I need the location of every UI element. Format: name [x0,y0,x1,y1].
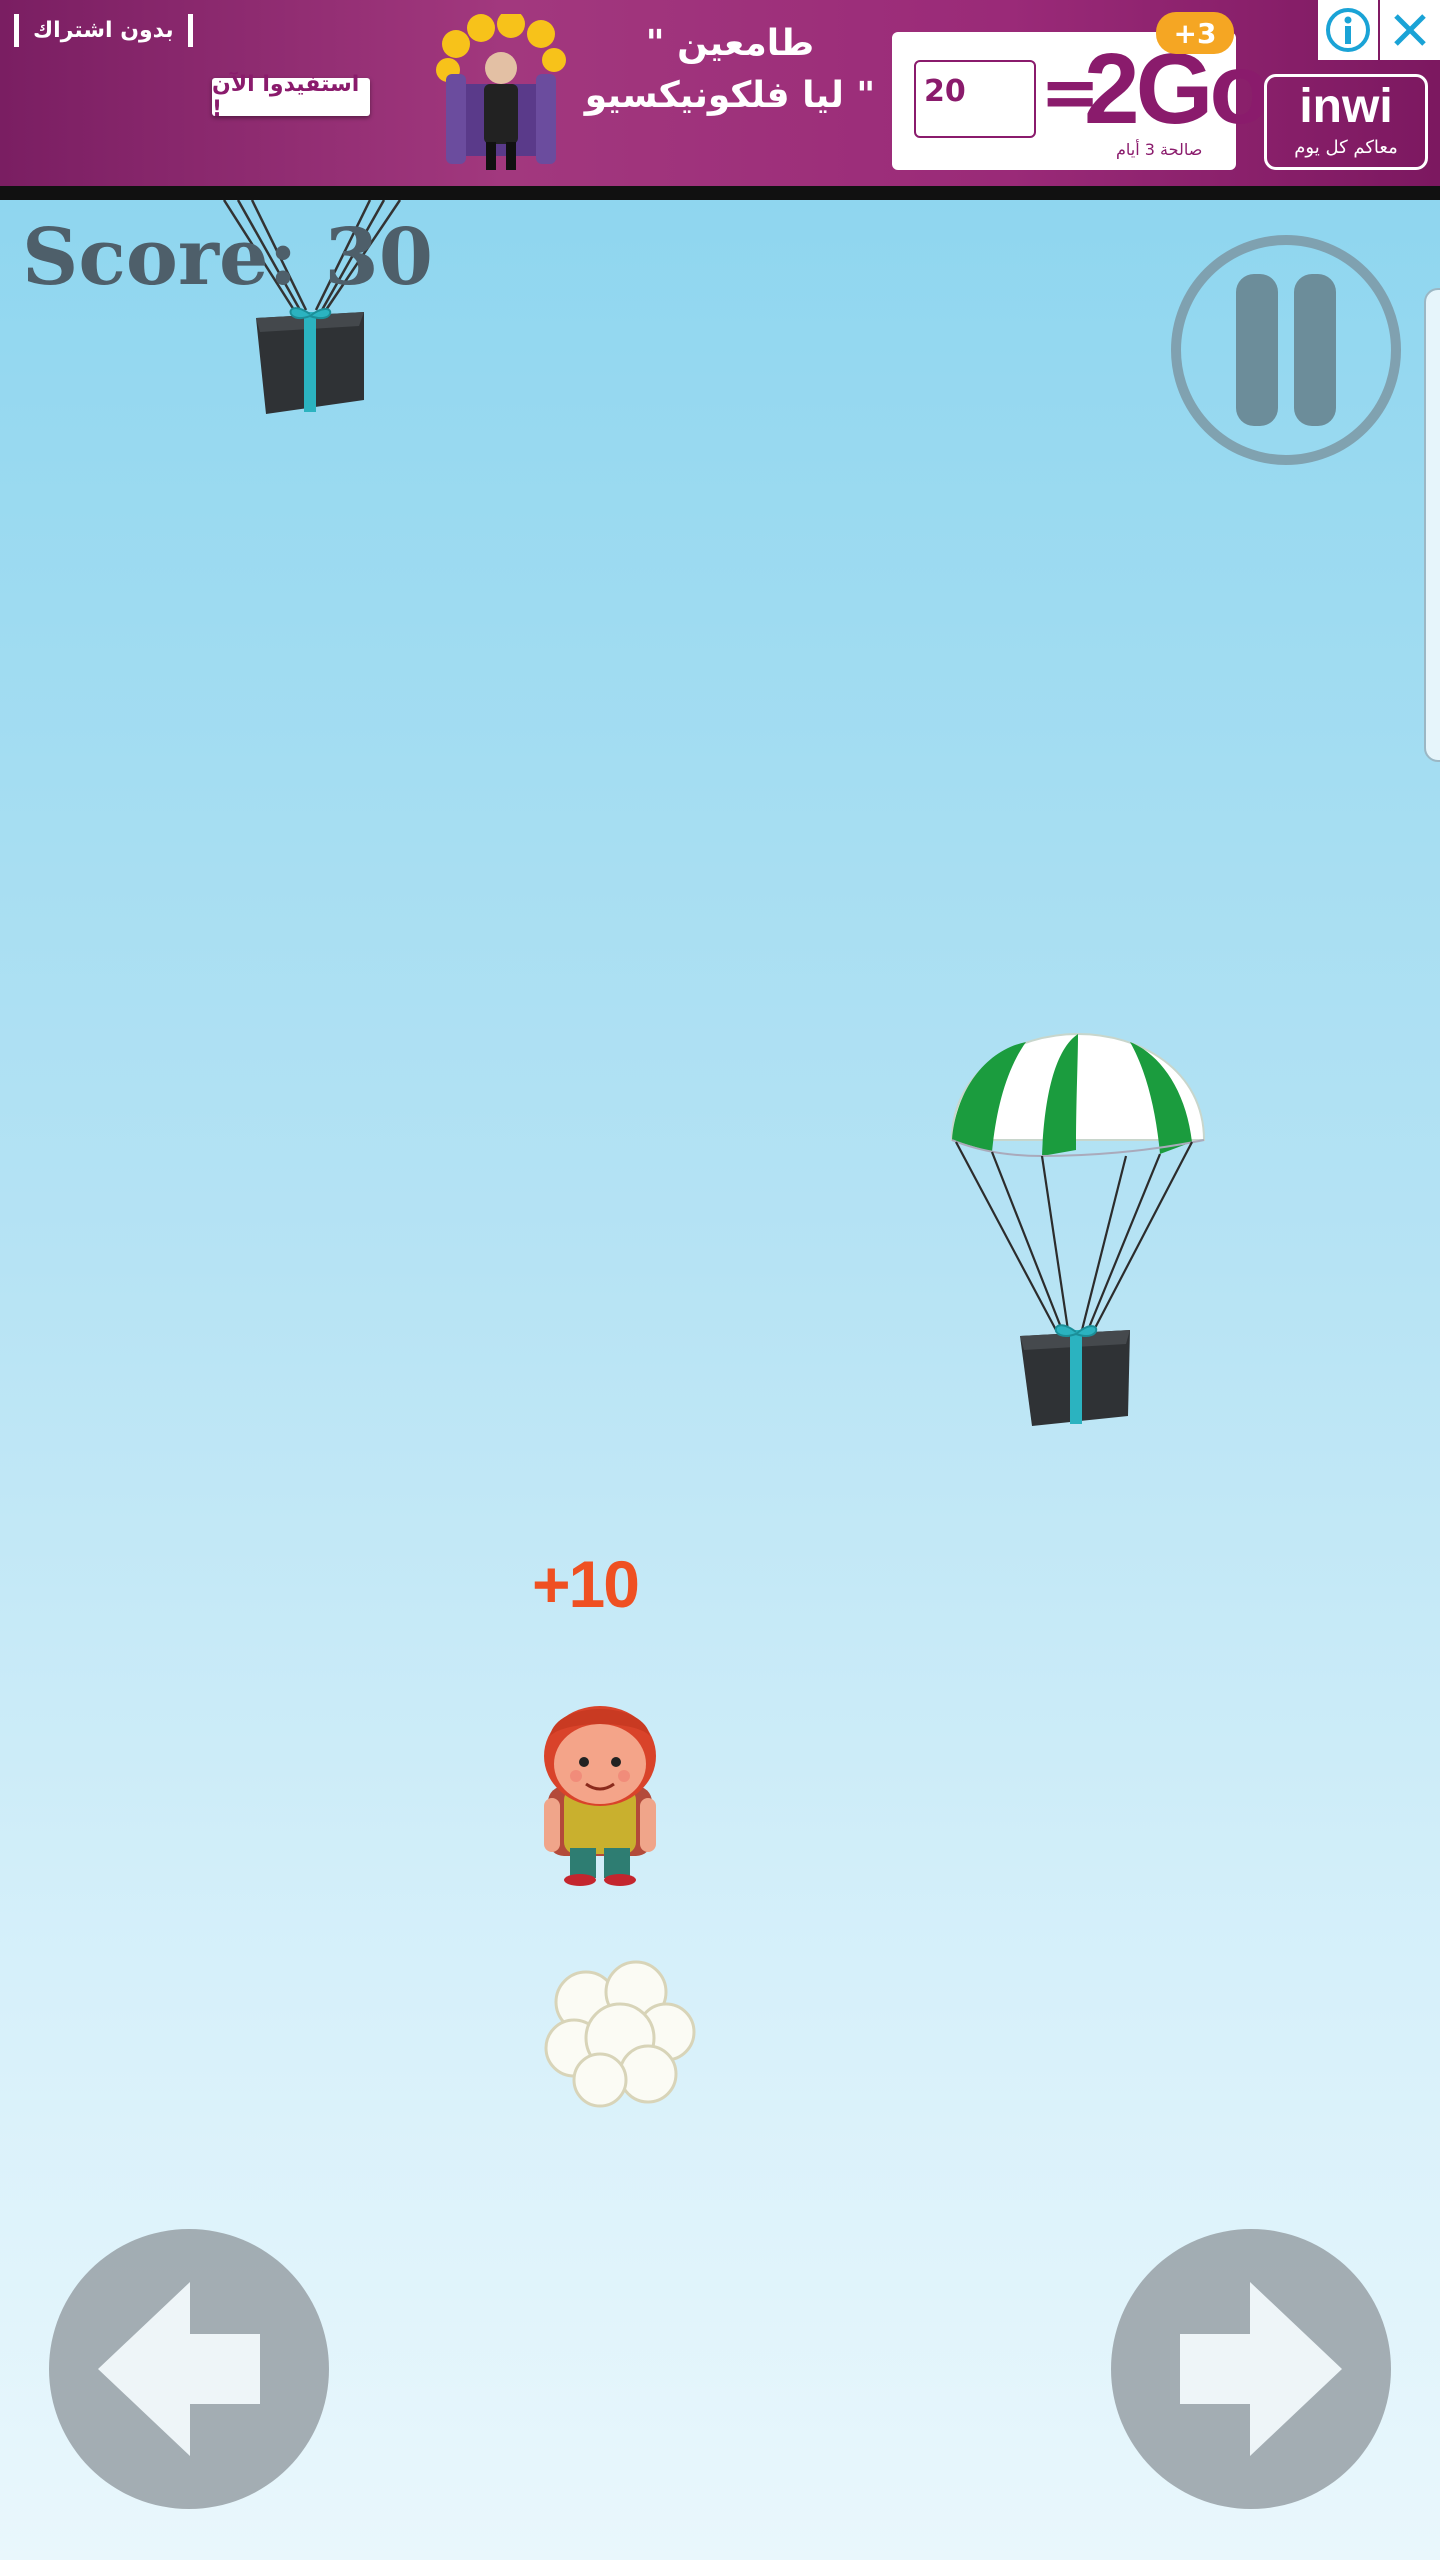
arrow-right-icon[interactable] [1108,2226,1394,2512]
info-icon[interactable] [1318,0,1378,60]
pause-icon[interactable] [1168,232,1404,468]
ad-divider [0,186,1440,200]
dust-cloud [544,1960,696,2108]
bonus-points-popup: +10 [532,1547,640,1621]
game-canvas[interactable] [0,200,1440,2560]
ad-headline-line2: ليا فلكونيكسيو " [584,75,876,116]
ad-brand-name: inwi [1299,80,1393,133]
ad-headline: " طامعين ليا فلكونيكسيو " [580,18,880,122]
arrow-left-icon[interactable] [46,2226,332,2512]
close-icon[interactable] [1380,0,1440,60]
edge-panel-handle[interactable] [1424,288,1440,762]
player-character [544,1706,656,1886]
ad-offer-subtext: صالحة 3 أيام [1116,140,1203,159]
ad-banner[interactable]: بدون اشتراك استفيدوا الآن ! " طامعين ليا… [0,0,1440,186]
ad-brand-slogan: معاكم كل يوم [1294,137,1398,158]
ad-sim-card: 20 [914,60,1036,138]
ad-cta-button[interactable]: استفيدوا الآن ! [212,72,370,122]
ad-brand-logo: inwi معاكم كل يوم [1264,74,1428,170]
ad-king-illustration [436,14,566,170]
score-label: Score: 30 [22,212,434,303]
parachute-gift [950,1032,1206,1426]
ad-top-label: بدون اشتراك [14,14,193,47]
ad-plus-badge: +3 [1156,12,1234,54]
ad-headline-line1: " طامعين [645,23,815,64]
